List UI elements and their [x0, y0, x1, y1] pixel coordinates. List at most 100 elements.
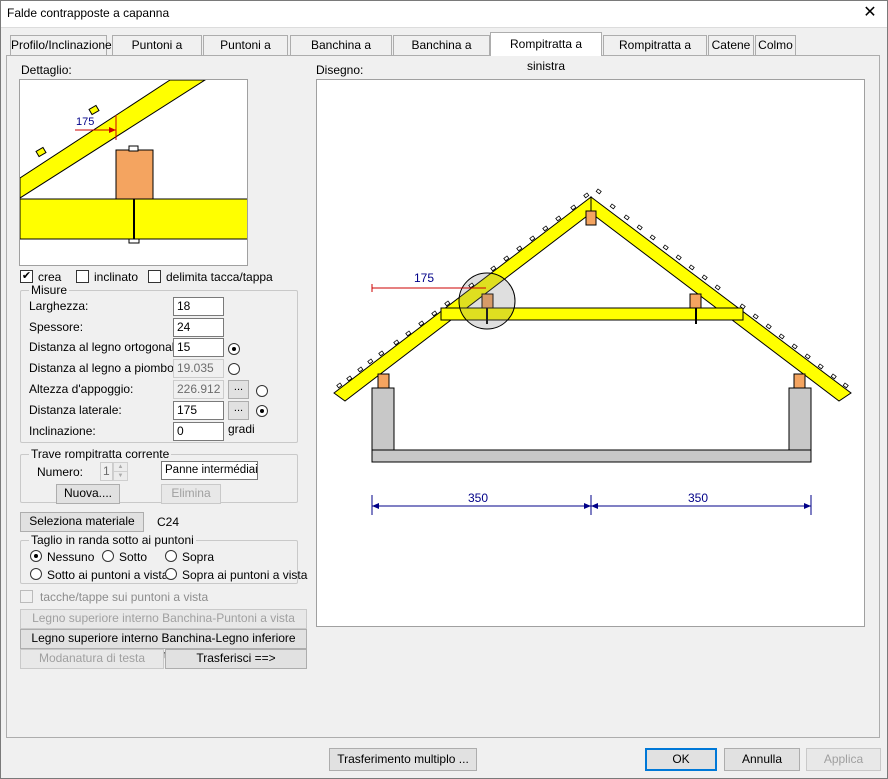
spessore-label: Spessore: — [29, 320, 84, 334]
taglio-sotto-vista-radio[interactable] — [30, 568, 42, 580]
left-span-label: 350 — [468, 491, 488, 505]
right-wall — [788, 387, 812, 451]
trasferisci-button[interactable]: Trasferisci ==> — [165, 649, 307, 669]
altezza-appoggio-label: Altezza d'appoggio: — [29, 382, 134, 396]
taglio-sotto-radio[interactable] — [102, 550, 114, 562]
left-wall — [371, 387, 395, 451]
distanza-ortogonale-input[interactable]: 15 — [173, 338, 224, 357]
taglio-group-label: Taglio in randa sotto ai puntoni — [29, 533, 196, 547]
lateral-dimension-label: 175 — [414, 271, 434, 285]
distanza-laterale-radio[interactable] — [256, 405, 268, 417]
inclinazione-label: Inclinazione: — [29, 424, 96, 438]
drawing-canvas: 175 350 350 — [316, 79, 865, 627]
seleziona-materiale-button[interactable]: Seleziona materiale — [20, 512, 144, 532]
detail-bolt-head — [128, 238, 140, 244]
taglio-nessuno-radio[interactable] — [30, 550, 42, 562]
distanza-laterale-browse-button[interactable]: ... — [228, 401, 249, 420]
delimita-checkbox[interactable] — [148, 270, 161, 283]
ok-button[interactable]: OK — [645, 748, 717, 771]
title-bar: Falde contrapposte a capanna ✕ — [0, 0, 888, 28]
altezza-appoggio-radio[interactable] — [256, 385, 268, 397]
inclinazione-input[interactable]: 0 — [173, 422, 224, 441]
taglio-sotto-label: Sotto — [119, 550, 148, 564]
inclinato-checkbox[interactable] — [76, 270, 89, 283]
taglio-nessuno-label: Nessuno — [47, 550, 95, 564]
tacche-checkbox[interactable] — [20, 590, 33, 603]
span-arrow — [804, 503, 811, 509]
trasferimento-multiplo-button[interactable]: Trasferimento multiplo ... — [329, 748, 477, 771]
tab-puntoni-sinistra[interactable]: Puntoni a sinistra — [112, 35, 202, 70]
distanza-ortogonale-radio[interactable] — [228, 343, 240, 355]
right-span-label: 350 — [688, 491, 708, 505]
span-arrow — [584, 503, 591, 509]
materiale-value: C24 — [157, 515, 180, 529]
tab-banchina-destra[interactable]: Banchina a destra — [393, 35, 490, 70]
taglio-sopra-vista-label: Sopra ai puntoni a vista — [182, 568, 308, 582]
drawing-label: Disegno: — [316, 63, 364, 77]
detail-pin-top — [128, 145, 139, 152]
misure-group-label: Misure — [29, 283, 70, 297]
span-arrow — [591, 503, 598, 509]
larghezza-input[interactable]: 18 — [173, 297, 224, 316]
spinner-up-icon[interactable]: ▲ — [114, 463, 127, 472]
tab-banchina-sinistra[interactable]: Banchina a sinistra — [290, 35, 392, 70]
detail-preview: 175 — [19, 79, 248, 266]
tab-colmo[interactable]: Colmo — [755, 35, 796, 55]
right-wall-block — [793, 373, 806, 389]
detail-rafter — [20, 80, 206, 199]
trave-group-label: Trave rompitratta corrente — [29, 447, 172, 461]
tab-puntoni-destra[interactable]: Puntoni a destra — [203, 35, 288, 70]
detail-label: Dettaglio: — [21, 63, 72, 77]
right-rafter — [590, 195, 852, 402]
detail-block — [115, 149, 154, 200]
floor-slab — [371, 449, 812, 463]
detail-highlight-circle — [458, 272, 516, 330]
tab-catene[interactable]: Catene — [708, 35, 754, 55]
tab-rompitratta-sinistra[interactable]: Rompitratta a sinistra — [490, 32, 602, 73]
altezza-appoggio-input[interactable]: 226.912 — [173, 380, 224, 399]
legno-banchina-inferiore-button[interactable]: Legno superiore interno Banchina-Legno i… — [20, 629, 307, 662]
inclinazione-unit: gradi — [228, 422, 255, 436]
detail-tab-marker — [35, 146, 47, 158]
trave-name-input[interactable]: Panne intermédiaire — [161, 461, 258, 480]
delimita-label: delimita tacca/tappa — [166, 270, 273, 284]
distanza-piombo-radio[interactable] — [228, 363, 240, 375]
ridge-block — [585, 210, 597, 226]
tab-profilo-inclinazione[interactable]: Profilo/Inclinazione — [10, 35, 112, 55]
larghezza-label: Larghezza: — [29, 299, 89, 313]
crea-label: crea — [38, 270, 62, 284]
detail-dimension-label: 175 — [76, 116, 94, 128]
elimina-button[interactable]: Elimina — [161, 484, 221, 504]
numero-input[interactable]: 1 — [100, 462, 113, 481]
nuova-button[interactable]: Nuova.... — [56, 484, 120, 504]
span-arrow — [372, 503, 379, 509]
annulla-button[interactable]: Annulla — [724, 748, 800, 771]
detail-drawing: 175 — [20, 80, 247, 244]
crea-checkbox[interactable]: ✔ — [20, 270, 33, 283]
distanza-piombo-label: Distanza al legno a piombo: — [29, 361, 178, 375]
distanza-ortogonale-label: Distanza al legno ortogonale: — [29, 340, 185, 354]
taglio-sopra-vista-radio[interactable] — [165, 568, 177, 580]
distanza-laterale-input[interactable]: 175 — [173, 401, 224, 420]
taglio-sotto-vista-label: Sotto ai puntoni a vista — [47, 568, 169, 582]
inclinato-label: inclinato — [94, 270, 139, 284]
taglio-sopra-label: Sopra — [182, 550, 215, 564]
left-wall-block — [377, 373, 390, 389]
distanza-laterale-label: Distanza laterale: — [29, 403, 122, 417]
distanza-piombo-input[interactable]: 19.035 — [173, 359, 224, 378]
applica-button[interactable]: Applica — [806, 748, 881, 771]
altezza-appoggio-browse-button[interactable]: ... — [228, 380, 249, 399]
numero-label: Numero: — [37, 465, 84, 479]
right-purlin-block — [689, 293, 702, 309]
spessore-input[interactable]: 24 — [173, 318, 224, 337]
detail-tab-marker — [88, 104, 100, 116]
tacche-label: tacche/tappe sui puntoni a vista — [40, 590, 209, 604]
close-icon[interactable]: ✕ — [858, 3, 882, 25]
numero-spinner[interactable]: ▲ ▼ — [113, 462, 128, 481]
legno-banchina-puntoni-button[interactable]: Legno superiore interno Banchina-Puntoni… — [20, 609, 307, 629]
spinner-down-icon[interactable]: ▼ — [114, 472, 127, 480]
modanatura-button[interactable]: Modanatura di testa — [20, 649, 164, 669]
truss-drawing: 175 350 350 — [333, 188, 852, 515]
tab-rompitratta-destra[interactable]: Rompitratta a destra — [603, 35, 707, 70]
taglio-sopra-radio[interactable] — [165, 550, 177, 562]
